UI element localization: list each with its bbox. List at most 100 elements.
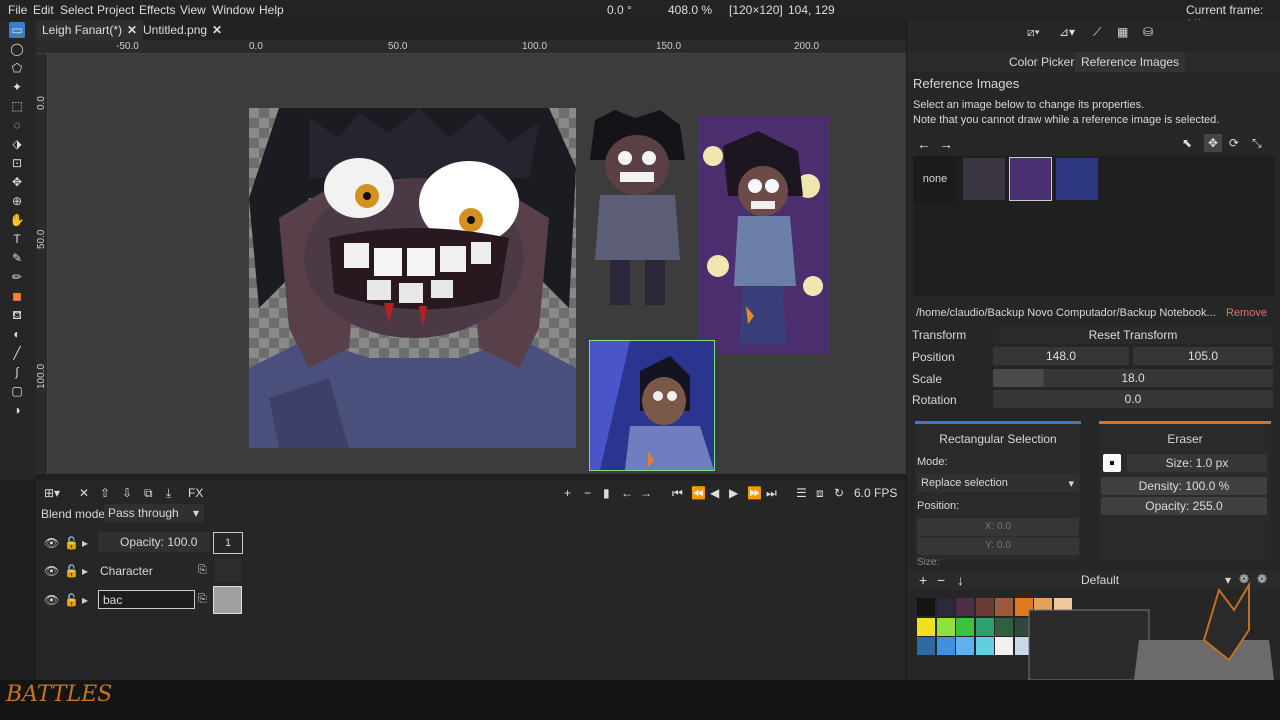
- rotate-tool-icon[interactable]: ⟳: [1229, 136, 1239, 150]
- frame-cell[interactable]: 1: [213, 532, 243, 554]
- tab-untitled[interactable]: Untitled.png ✕: [137, 20, 228, 40]
- expand-icon[interactable]: ▸: [82, 536, 88, 550]
- lock-icon[interactable]: 🔓: [64, 564, 79, 578]
- palette-swatch[interactable]: [936, 598, 955, 616]
- rect-select-icon[interactable]: ▭: [9, 22, 25, 38]
- layer-name-input[interactable]: bac: [98, 590, 195, 609]
- layer-effects-icon[interactable]: FX: [188, 486, 203, 500]
- crop-icon[interactable]: ⊡: [9, 155, 25, 171]
- y-field[interactable]: Y: 0.0: [917, 537, 1079, 555]
- layer-row-group[interactable]: 👁 🔓 ▸ Opacity: 100.0: [40, 532, 240, 554]
- last-frame-icon[interactable]: ⏭: [766, 486, 777, 501]
- mode-select[interactable]: Replace selection ▾: [917, 474, 1079, 492]
- remove-button[interactable]: Remove: [1226, 307, 1267, 319]
- first-frame-icon[interactable]: ⏮: [672, 486, 683, 501]
- ellipse-select-icon[interactable]: ◯: [9, 41, 25, 57]
- palette-swatch[interactable]: [995, 637, 1013, 655]
- arrow-left-icon[interactable]: ←: [917, 136, 931, 152]
- add-palette-icon[interactable]: +: [919, 572, 927, 588]
- palette-swatch[interactable]: [956, 637, 974, 655]
- palette-swatch[interactable]: [917, 598, 935, 616]
- pixel-perfect-icon[interactable]: ⟋: [1093, 25, 1101, 40]
- blend-mode-select[interactable]: Pass through ▾: [104, 504, 204, 522]
- close-icon[interactable]: ✕: [127, 23, 137, 37]
- size-field[interactable]: Size: 1.0 px: [1127, 454, 1267, 472]
- tab-reference-images[interactable]: Reference Images: [1075, 52, 1186, 72]
- palette-swatch[interactable]: [995, 617, 1013, 636]
- reference-thumb-3[interactable]: [1056, 158, 1098, 200]
- ellipse-icon[interactable]: ◑: [9, 402, 25, 418]
- zoom-icon[interactable]: ⊕: [9, 193, 25, 209]
- menu-view[interactable]: View: [180, 3, 206, 17]
- stamp-icon[interactable]: ⛁: [1143, 25, 1153, 39]
- arrow-right-icon[interactable]: →: [939, 136, 953, 152]
- clone-frame-icon[interactable]: ▮: [603, 486, 610, 500]
- grid-icon[interactable]: ⊿▾: [1059, 25, 1075, 39]
- position-y-field[interactable]: 105.0: [1133, 347, 1273, 365]
- polygon-select-icon[interactable]: ⬠: [9, 60, 25, 76]
- visibility-eye-icon[interactable]: 👁: [44, 593, 59, 607]
- lock-icon[interactable]: 🔓: [64, 536, 79, 550]
- link-icon[interactable]: ⎘: [198, 593, 207, 606]
- menu-file[interactable]: File: [8, 3, 27, 17]
- remove-palette-icon[interactable]: −: [937, 572, 945, 588]
- tab-color-picker[interactable]: Color Picker: [1009, 55, 1074, 69]
- palette-swatch[interactable]: [995, 598, 1013, 616]
- palette-swatch[interactable]: [975, 598, 994, 616]
- palette-swatch[interactable]: [936, 617, 955, 636]
- frame-cell[interactable]: [214, 558, 242, 582]
- layer-row-bac[interactable]: 👁 🔓 ▸ bac ⎘: [40, 588, 240, 612]
- tab-leigh-fanart[interactable]: Leigh Fanart(*) ✕: [36, 20, 144, 40]
- magic-wand-icon[interactable]: ✦: [9, 79, 25, 95]
- curve-icon[interactable]: ∫: [9, 364, 25, 380]
- next-frame-icon[interactable]: ⏩: [747, 486, 762, 500]
- line-icon[interactable]: ╱: [9, 345, 25, 361]
- mirror-x-icon[interactable]: ⧄▾: [1027, 25, 1040, 40]
- move-frame-left-icon[interactable]: ←: [621, 486, 633, 500]
- menu-effects[interactable]: Effects: [139, 3, 175, 17]
- palette-swatch[interactable]: [975, 617, 994, 636]
- select-tool-icon[interactable]: ⬉: [1182, 136, 1192, 150]
- scale-slider[interactable]: 18.0: [993, 369, 1273, 387]
- x-field[interactable]: X: 0.0: [917, 518, 1079, 536]
- none-option[interactable]: none: [913, 156, 957, 202]
- palette-swatch[interactable]: [975, 637, 994, 655]
- reference-image-3-selected[interactable]: [589, 340, 715, 471]
- add-frame-icon[interactable]: +: [564, 486, 571, 500]
- palette-swatch[interactable]: [917, 617, 935, 636]
- eraser-icon[interactable]: ◼: [9, 288, 25, 304]
- checker-icon[interactable]: ▦: [1117, 25, 1128, 39]
- remove-frame-icon[interactable]: −: [584, 486, 591, 500]
- move-frame-right-icon[interactable]: →: [640, 486, 652, 500]
- close-icon[interactable]: ✕: [212, 23, 222, 37]
- brush-preview-icon[interactable]: [1103, 454, 1121, 472]
- paint-select-icon[interactable]: ⬚: [9, 98, 25, 114]
- palette-swatch[interactable]: [956, 598, 974, 616]
- palette-swatch[interactable]: [956, 617, 974, 636]
- loop-icon[interactable]: ↻: [834, 486, 844, 500]
- frame-cell-selected[interactable]: [213, 586, 242, 614]
- move-tool-icon[interactable]: ✥: [1204, 134, 1222, 152]
- bucket-icon[interactable]: ⛾: [9, 307, 25, 323]
- remove-layer-icon[interactable]: ✕: [79, 486, 89, 500]
- reference-image-2[interactable]: [698, 116, 829, 354]
- reference-thumb-1[interactable]: [963, 158, 1005, 200]
- download-palette-icon[interactable]: ↓: [957, 572, 964, 588]
- menu-select[interactable]: Select: [60, 3, 93, 17]
- link-icon[interactable]: ⎘: [198, 564, 207, 577]
- lasso-icon[interactable]: ◌: [9, 117, 25, 133]
- add-layer-icon[interactable]: ⊞▾: [44, 486, 60, 500]
- shading-icon[interactable]: ◐: [9, 326, 25, 342]
- reference-image-1[interactable]: [585, 110, 690, 320]
- opacity-slider[interactable]: Opacity: 255.0: [1101, 497, 1267, 515]
- menu-help[interactable]: Help: [259, 3, 284, 17]
- text-icon[interactable]: T: [9, 231, 25, 247]
- move-layer-down-icon[interactable]: ⇩: [122, 486, 132, 500]
- color-picker-icon[interactable]: ✎: [9, 250, 25, 266]
- reset-transform-button[interactable]: Reset Transform: [993, 326, 1273, 344]
- rectangle-icon[interactable]: ▢: [9, 383, 25, 399]
- previous-frame-icon[interactable]: ⏪: [691, 486, 706, 500]
- drawing-canvas[interactable]: [249, 108, 576, 448]
- palette-swatch[interactable]: [917, 637, 935, 655]
- move-icon[interactable]: ✥: [9, 174, 25, 190]
